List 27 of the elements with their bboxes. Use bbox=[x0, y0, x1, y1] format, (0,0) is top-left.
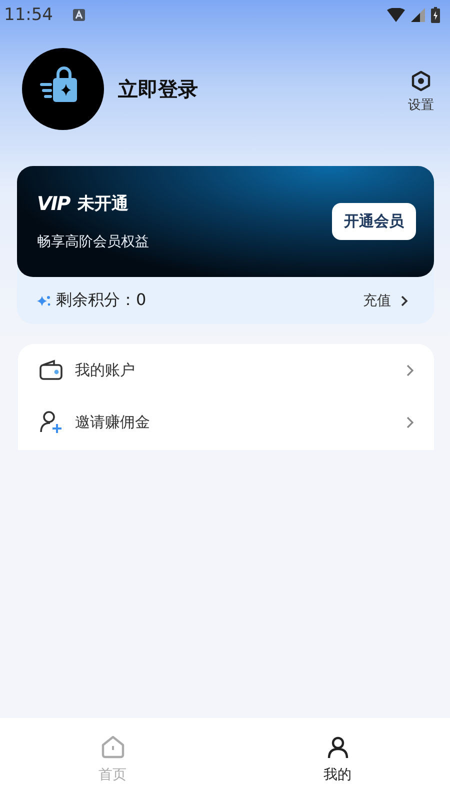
vip-logo-text: VIP bbox=[37, 192, 70, 214]
chevron-right-icon bbox=[400, 294, 408, 306]
settings-icon bbox=[410, 70, 432, 92]
menu-label: 邀请赚佣金 bbox=[75, 412, 150, 432]
vip-status: 未开通 bbox=[78, 193, 129, 215]
battery-icon bbox=[431, 7, 440, 23]
menu-item[interactable]: 我的账户 bbox=[18, 344, 434, 396]
login-link[interactable]: 立即登录 bbox=[118, 76, 198, 102]
add-user-icon bbox=[39, 410, 63, 434]
menu-item[interactable]: 邀请赚佣金 bbox=[18, 396, 434, 448]
status-time: 11:54 bbox=[4, 5, 53, 25]
points-label: 剩余积分：0 bbox=[56, 290, 146, 311]
avatar-logo-icon bbox=[22, 48, 104, 130]
menu-label: 我的账户 bbox=[75, 360, 135, 380]
settings-button[interactable]: 设置 bbox=[408, 70, 434, 114]
wallet-icon bbox=[39, 359, 63, 381]
sparkle-icon bbox=[37, 294, 51, 308]
vip-subtitle: 畅享高阶会员权益 bbox=[37, 233, 150, 251]
open-membership-button[interactable]: 开通会员 bbox=[332, 203, 416, 240]
recharge-link[interactable]: 充值 bbox=[363, 292, 395, 310]
notification-icon bbox=[73, 9, 85, 21]
chevron-right-icon bbox=[406, 416, 414, 428]
nav-tab[interactable]: 我的 bbox=[225, 718, 450, 800]
signal-icon bbox=[411, 8, 425, 22]
wifi-icon bbox=[387, 8, 405, 22]
chevron-right-icon bbox=[406, 364, 414, 376]
home-icon bbox=[100, 734, 126, 760]
